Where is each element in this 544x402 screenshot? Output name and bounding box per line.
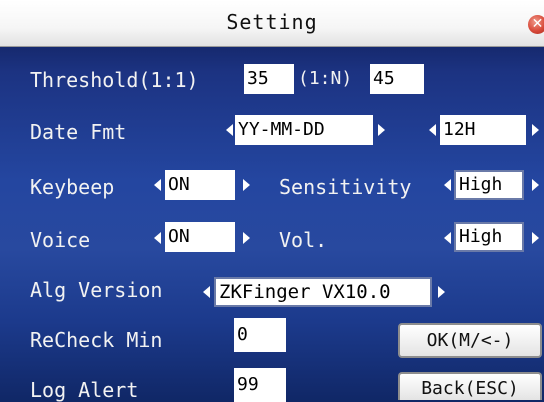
ok-button[interactable]: OK(M/<-) xyxy=(398,323,542,358)
sensitivity-label: Sensitivity xyxy=(279,175,412,199)
alg-version-prev-arrow-icon[interactable] xyxy=(203,286,210,298)
setting-screen: Setting ✕ Threshold(1:1) 35 (1:N) 45 Dat… xyxy=(0,0,544,402)
sensitivity-next-arrow-icon[interactable] xyxy=(532,179,539,191)
alg-version-label: Alg Version xyxy=(30,278,163,302)
alg-version-next-arrow-icon[interactable] xyxy=(438,286,445,298)
vol-next-arrow-icon[interactable] xyxy=(532,232,539,244)
threshold-1ton-field[interactable]: 45 xyxy=(370,64,424,94)
voice-field[interactable]: ON xyxy=(165,222,235,252)
log-alert-label: Log Alert xyxy=(30,378,139,402)
hour-fmt-prev-arrow-icon[interactable] xyxy=(429,124,436,136)
window-title: Setting xyxy=(226,10,318,34)
keybeep-prev-arrow-icon[interactable] xyxy=(154,179,161,191)
keybeep-field[interactable]: ON xyxy=(165,170,235,200)
hour-fmt-next-arrow-icon[interactable] xyxy=(532,124,539,136)
sensitivity-field[interactable]: High xyxy=(454,170,524,200)
date-fmt-next-arrow-icon[interactable] xyxy=(378,124,385,136)
close-icon[interactable]: ✕ xyxy=(528,15,544,34)
sensitivity-prev-arrow-icon[interactable] xyxy=(444,179,451,191)
back-button[interactable]: Back(ESC) xyxy=(398,372,542,400)
alg-version-field[interactable]: ZKFinger VX10.0 xyxy=(214,277,432,307)
voice-prev-arrow-icon[interactable] xyxy=(154,232,161,244)
threshold-label: Threshold(1:1) xyxy=(30,68,199,92)
log-alert-field[interactable]: 99 xyxy=(234,368,286,402)
keybeep-next-arrow-icon[interactable] xyxy=(243,179,250,191)
threshold-1to1-field[interactable]: 35 xyxy=(244,64,294,94)
threshold-1ton-label: (1:N) xyxy=(298,68,353,89)
recheck-min-field[interactable]: 0 xyxy=(234,318,286,352)
title-bar: Setting ✕ xyxy=(0,0,544,47)
hour-fmt-field[interactable]: 12H xyxy=(440,115,526,145)
vol-label: Vol. xyxy=(279,228,328,252)
vol-field[interactable]: High xyxy=(454,222,524,252)
keybeep-label: Keybeep xyxy=(30,175,115,199)
date-fmt-prev-arrow-icon[interactable] xyxy=(226,124,233,136)
vol-prev-arrow-icon[interactable] xyxy=(444,232,451,244)
recheck-min-label: ReCheck Min xyxy=(30,328,163,352)
voice-label: Voice xyxy=(30,228,91,252)
date-fmt-label: Date Fmt xyxy=(30,120,127,144)
date-fmt-field[interactable]: YY-MM-DD xyxy=(235,115,373,145)
voice-next-arrow-icon[interactable] xyxy=(243,232,250,244)
